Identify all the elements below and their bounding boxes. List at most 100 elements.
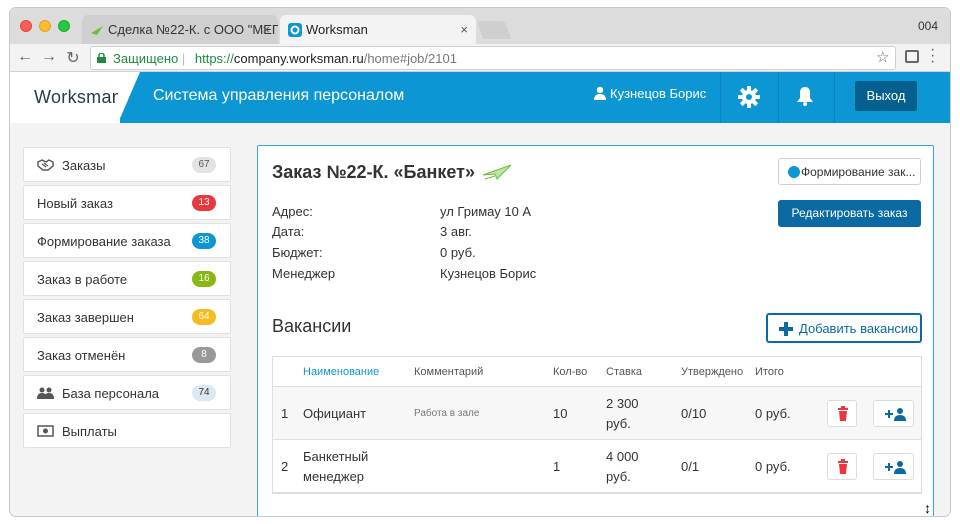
count-badge: 74 <box>192 385 216 401</box>
field-value: 3 авг. <box>440 224 472 239</box>
sidebar-item-staff[interactable]: База персонала 74 <box>23 375 231 410</box>
secure-label: Защищено <box>113 51 179 66</box>
sidebar-item-forming[interactable]: Формирование заказа 38 <box>23 223 231 258</box>
sidebar-item-orders[interactable]: Заказы 67 <box>23 147 231 182</box>
new-tab-button[interactable] <box>476 21 512 39</box>
bookmark-star-icon[interactable]: ☆ <box>876 48 889 66</box>
back-arrow-icon[interactable]: ← <box>16 48 34 66</box>
sidebar-item-cancelled[interactable]: Заказ отменён 8 <box>23 337 231 372</box>
worksman-favicon-icon <box>288 23 302 37</box>
vacancy-approved: 0/1 <box>681 459 700 474</box>
sidebar-item-in-progress[interactable]: Заказ в работе 16 <box>23 261 231 296</box>
add-staff-button[interactable] <box>873 400 914 427</box>
url-host: company.worksman.ru <box>233 51 364 66</box>
vacancy-name: Банкетный <box>303 449 369 464</box>
plus-icon <box>779 322 793 336</box>
user-name: Кузнецов Борис <box>610 86 707 101</box>
sidebar-item-label: Заказ отменён <box>37 348 126 363</box>
field-label: Бюджет: <box>272 245 323 260</box>
sidebar-item-new-order[interactable]: Новый заказ 13 <box>23 185 231 220</box>
browser-tab-deal[interactable]: Сделка №22-К. с ООО "МЕГА × <box>82 15 278 44</box>
edit-order-button[interactable]: Редактировать заказ <box>778 200 921 227</box>
vacancy-qty: 1 <box>553 459 561 474</box>
plane-icon <box>91 26 103 35</box>
table-row: 1 Официант Работа в зале 10 2 300 руб. 0… <box>273 387 921 440</box>
url-scheme: https:// <box>194 51 234 66</box>
status-label: Формирование зак... <box>801 165 916 179</box>
vacancy-name-line2: менеджер <box>303 469 365 484</box>
maximize-window-button[interactable] <box>58 20 70 32</box>
count-badge: 13 <box>192 195 216 211</box>
app-header: Worksman Система управления персоналом К… <box>10 72 950 123</box>
tab-label: Сделка №22-К. с ООО "МЕГА <box>108 22 278 37</box>
minimize-window-button[interactable] <box>39 20 51 32</box>
order-panel: Заказ №22-К. «Банкет» Формирование зак..… <box>257 145 934 516</box>
tab-close-icon[interactable]: × <box>262 22 270 37</box>
add-vacancy-label: Добавить вакансию <box>799 321 918 336</box>
add-vacancy-button[interactable]: Добавить вакансию <box>766 313 922 343</box>
order-title: Заказ №22-К. «Банкет» <box>272 162 513 183</box>
table-row: 2 Банкетный менеджер 1 4 000 руб. 0/1 0 … <box>273 440 921 493</box>
add-staff-button[interactable] <box>873 453 914 480</box>
trash-icon <box>838 459 848 474</box>
header-divider <box>834 72 835 123</box>
logout-button[interactable]: Выход <box>855 81 917 111</box>
browser-tab-worksman[interactable]: Worksman × <box>280 15 476 44</box>
add-user-icon <box>885 461 906 474</box>
vacancy-rate-unit: руб. <box>606 416 631 431</box>
count-badge: 64 <box>192 309 216 325</box>
sidebar-item-label: База персонала <box>62 386 160 401</box>
field-label: Менеджер <box>272 266 336 281</box>
sidebar-item-label: Заказ завершен <box>37 310 134 325</box>
sidebar-item-label: Заказы <box>62 158 106 173</box>
field-label: Дата: <box>272 224 305 239</box>
delete-vacancy-button[interactable] <box>827 453 857 480</box>
bell-icon[interactable] <box>796 86 814 106</box>
column-header: Ставка <box>606 366 642 378</box>
header-divider <box>720 72 721 123</box>
status-dot-icon <box>788 166 800 178</box>
table-header: Наименование Комментарий Кол-во Ставка У… <box>273 357 921 387</box>
user-menu[interactable]: Кузнецов Борис <box>594 86 706 101</box>
status-dropdown-button[interactable]: Формирование зак... <box>778 158 921 185</box>
close-window-button[interactable] <box>20 20 32 32</box>
vacancy-rate: 4 000 <box>606 449 639 464</box>
delete-vacancy-button[interactable] <box>827 400 857 427</box>
app-title: Система управления персоналом <box>153 87 405 104</box>
reload-icon[interactable]: ↻ <box>64 48 82 68</box>
sidebar-item-label: Выплаты <box>62 424 117 439</box>
count-badge: 16 <box>192 271 216 287</box>
window-number: 004 <box>917 19 938 33</box>
column-header: Итого <box>755 366 784 378</box>
forward-arrow-icon[interactable]: → <box>40 48 58 66</box>
extension-icon[interactable] <box>905 50 919 63</box>
paper-plane-icon <box>482 164 512 180</box>
browser-window: Сделка №22-К. с ООО "МЕГА × Worksman × 0… <box>10 8 950 516</box>
vacancy-qty: 10 <box>553 406 568 421</box>
vacancy-name: Официант <box>303 406 367 421</box>
sidebar-item-label: Новый заказ <box>37 196 113 211</box>
order-title-text: Заказ №22-К. «Банкет» <box>272 162 475 182</box>
vacancy-approved: 0/10 <box>681 406 707 421</box>
logo-area: Worksman <box>10 72 122 123</box>
logo-slant <box>118 72 140 123</box>
browser-menu-icon[interactable]: · · · <box>930 42 935 70</box>
sidebar-item-payments[interactable]: Выплаты <box>23 413 231 448</box>
sidebar-item-completed[interactable]: Заказ завершен 64 <box>23 299 231 334</box>
column-header: Утверждено <box>681 366 744 378</box>
column-header[interactable]: Наименование <box>303 366 379 378</box>
count-badge: 38 <box>192 233 216 249</box>
sidebar-item-label: Формирование заказа <box>37 234 171 249</box>
vacancy-total: 0 руб. <box>755 406 791 421</box>
field-value: ул Гримау 10 А <box>440 204 532 219</box>
count-badge: 8 <box>192 347 216 363</box>
vacancy-rate-unit: руб. <box>606 469 631 484</box>
address-bar[interactable]: Защищено | https://company.worksman.ru/h… <box>90 46 896 70</box>
tab-close-icon[interactable]: × <box>460 22 468 37</box>
logo[interactable]: Worksman <box>34 87 122 108</box>
address-toolbar: ← → ↻ Защищено | https://company.worksma… <box>10 42 950 72</box>
gear-icon[interactable] <box>738 86 760 108</box>
tab-bar: Сделка №22-К. с ООО "МЕГА × Worksman × 0… <box>10 8 950 44</box>
row-number: 2 <box>281 459 289 474</box>
field-value: 0 руб. <box>440 245 476 260</box>
